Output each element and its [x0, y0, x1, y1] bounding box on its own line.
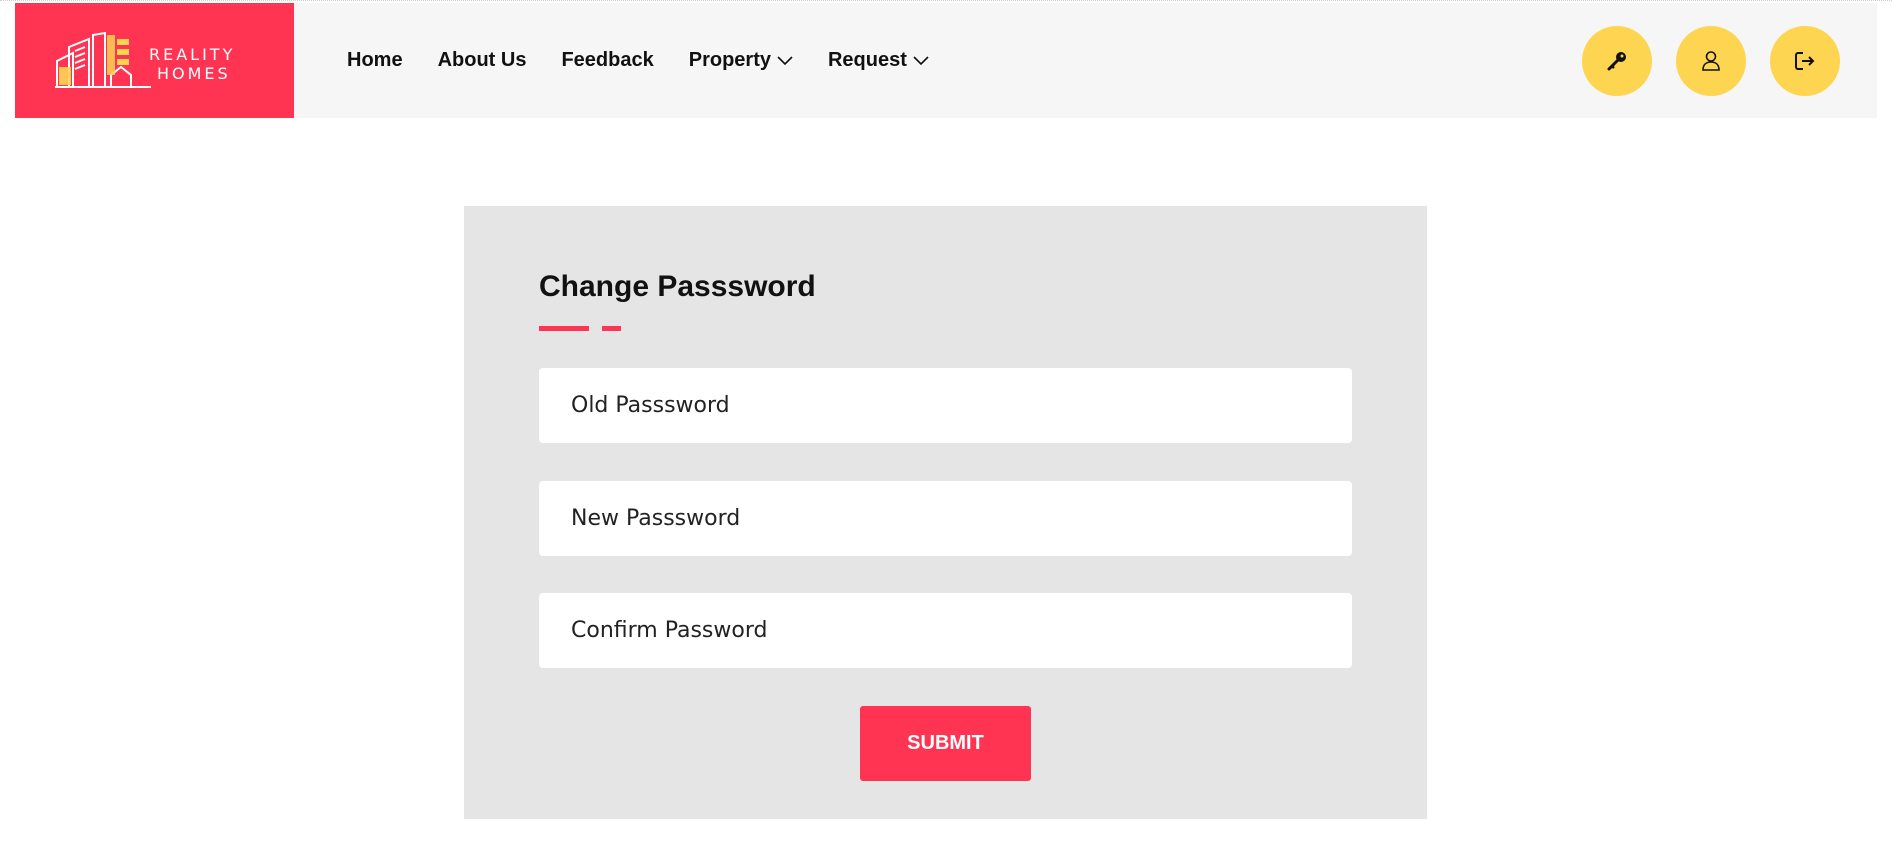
change-password-button[interactable] — [1582, 26, 1652, 96]
user-icon — [1702, 51, 1720, 71]
title-underline-dash — [602, 326, 621, 331]
old-password-input[interactable] — [539, 368, 1352, 443]
chevron-down-icon — [913, 55, 929, 65]
nav-feedback[interactable]: Feedback — [561, 49, 653, 72]
submit-button[interactable]: SUBMIT — [860, 706, 1031, 781]
nav-property[interactable]: Property — [689, 49, 793, 72]
title-underline — [539, 326, 589, 331]
nav-about-us-label: About Us — [437, 49, 527, 71]
nav-property-label: Property — [688, 49, 771, 71]
site-header: REALITY HOMES Home About Us Feedback Pro… — [15, 3, 1877, 118]
nav-about-us[interactable]: About Us — [438, 49, 527, 72]
key-icon — [1607, 52, 1626, 71]
brand-name-line1: REALITY — [149, 45, 236, 64]
nav-feedback-label: Feedback — [561, 49, 654, 71]
chevron-down-icon — [777, 55, 793, 65]
building-logo-icon — [55, 31, 151, 88]
brand-name-line2: HOMES — [157, 64, 231, 83]
main-nav: Home About Us Feedback Property Request — [347, 3, 964, 118]
top-border — [0, 0, 1892, 2]
new-password-input[interactable] — [539, 481, 1352, 556]
brand-logo[interactable]: REALITY HOMES — [15, 3, 294, 118]
confirm-password-input[interactable] — [539, 593, 1352, 668]
nav-request[interactable]: Request — [828, 49, 929, 72]
nav-home[interactable]: Home — [347, 49, 403, 72]
change-password-card: Change Passsword SUBMIT — [464, 206, 1427, 819]
brand-name: REALITY HOMES — [149, 45, 235, 83]
page-title: Change Passsword — [539, 270, 816, 303]
nav-request-label: Request — [827, 49, 907, 71]
nav-home-label: Home — [347, 49, 403, 71]
logout-button[interactable] — [1770, 26, 1840, 96]
profile-button[interactable] — [1676, 26, 1746, 96]
logout-icon — [1795, 52, 1815, 70]
